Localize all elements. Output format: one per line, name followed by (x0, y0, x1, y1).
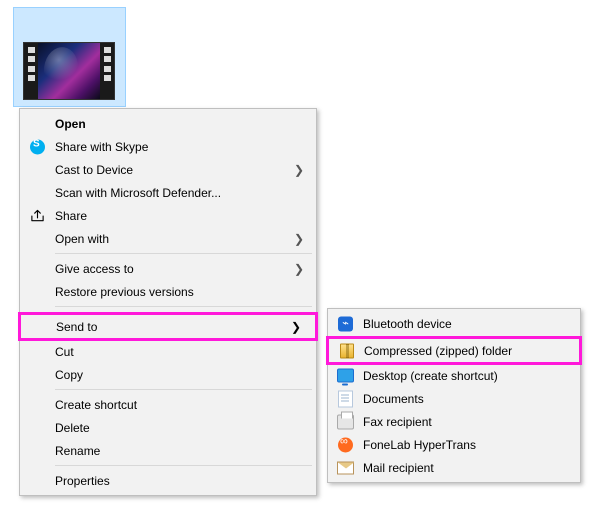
video-file-thumbnail[interactable] (23, 42, 115, 100)
bluetooth-icon: ⌁ (337, 315, 354, 332)
film-strip-icon (100, 43, 114, 99)
menu-separator (55, 389, 312, 390)
menu-label: Scan with Microsoft Defender... (55, 186, 284, 200)
video-frame-preview (38, 43, 100, 99)
skype-icon (29, 138, 46, 155)
menu-item-share[interactable]: Share (22, 204, 314, 227)
menu-label: Open (55, 117, 284, 131)
menu-item-open[interactable]: Open (22, 112, 314, 135)
submenu-item-compressed-zipped-folder[interactable]: Compressed (zipped) folder (326, 336, 582, 365)
context-menu-send-to: ⌁ Bluetooth device Compressed (zipped) f… (327, 308, 581, 483)
menu-item-properties[interactable]: Properties (22, 469, 314, 492)
menu-item-send-to[interactable]: Send to ❯ (18, 312, 318, 341)
menu-item-rename[interactable]: Rename (22, 439, 314, 462)
menu-label: Desktop (create shortcut) (363, 369, 548, 383)
menu-label: FoneLab HyperTrans (363, 438, 548, 452)
chevron-right-icon: ❯ (291, 320, 301, 334)
menu-separator (55, 253, 312, 254)
menu-label: Share (55, 209, 284, 223)
chevron-right-icon: ❯ (294, 262, 304, 276)
menu-label: Cast to Device (55, 163, 284, 177)
documents-icon (337, 390, 354, 407)
menu-label: Restore previous versions (55, 285, 284, 299)
menu-item-share-skype[interactable]: Share with Skype (22, 135, 314, 158)
submenu-item-desktop-shortcut[interactable]: Desktop (create shortcut) (330, 364, 578, 387)
zipped-folder-icon (338, 342, 355, 359)
menu-item-cast-to-device[interactable]: Cast to Device ❯ (22, 158, 314, 181)
context-menu-main: Open Share with Skype Cast to Device ❯ S… (19, 108, 317, 496)
menu-item-delete[interactable]: Delete (22, 416, 314, 439)
menu-item-open-with[interactable]: Open with ❯ (22, 227, 314, 250)
submenu-item-documents[interactable]: Documents (330, 387, 578, 410)
menu-item-give-access-to[interactable]: Give access to ❯ (22, 257, 314, 280)
menu-label: Delete (55, 421, 284, 435)
menu-label: Properties (55, 474, 284, 488)
menu-label: Cut (55, 345, 284, 359)
menu-separator (55, 465, 312, 466)
menu-label: Open with (55, 232, 284, 246)
menu-label: Give access to (55, 262, 284, 276)
menu-label: Copy (55, 368, 284, 382)
menu-separator (55, 306, 312, 307)
mail-icon (337, 459, 354, 476)
submenu-item-bluetooth-device[interactable]: ⌁ Bluetooth device (330, 312, 578, 335)
menu-label: Fax recipient (363, 415, 548, 429)
chevron-right-icon: ❯ (294, 163, 304, 177)
menu-item-cut[interactable]: Cut (22, 340, 314, 363)
menu-item-restore-previous-versions[interactable]: Restore previous versions (22, 280, 314, 303)
fonelab-icon (337, 436, 354, 453)
menu-item-scan-defender[interactable]: Scan with Microsoft Defender... (22, 181, 314, 204)
menu-item-copy[interactable]: Copy (22, 363, 314, 386)
menu-label: Create shortcut (55, 398, 284, 412)
menu-label: Send to (56, 320, 97, 334)
menu-label: Rename (55, 444, 284, 458)
menu-label: Compressed (zipped) folder (364, 344, 512, 358)
menu-label: Share with Skype (55, 140, 284, 154)
menu-label: Bluetooth device (363, 317, 548, 331)
fax-icon (337, 413, 354, 430)
chevron-right-icon: ❯ (294, 232, 304, 246)
submenu-item-mail-recipient[interactable]: Mail recipient (330, 456, 578, 479)
film-strip-icon (24, 43, 38, 99)
submenu-item-fonelab-hypertrans[interactable]: FoneLab HyperTrans (330, 433, 578, 456)
menu-item-create-shortcut[interactable]: Create shortcut (22, 393, 314, 416)
submenu-item-fax-recipient[interactable]: Fax recipient (330, 410, 578, 433)
share-icon (29, 207, 46, 224)
menu-label: Mail recipient (363, 461, 548, 475)
menu-label: Documents (363, 392, 548, 406)
desktop-icon (337, 367, 354, 384)
